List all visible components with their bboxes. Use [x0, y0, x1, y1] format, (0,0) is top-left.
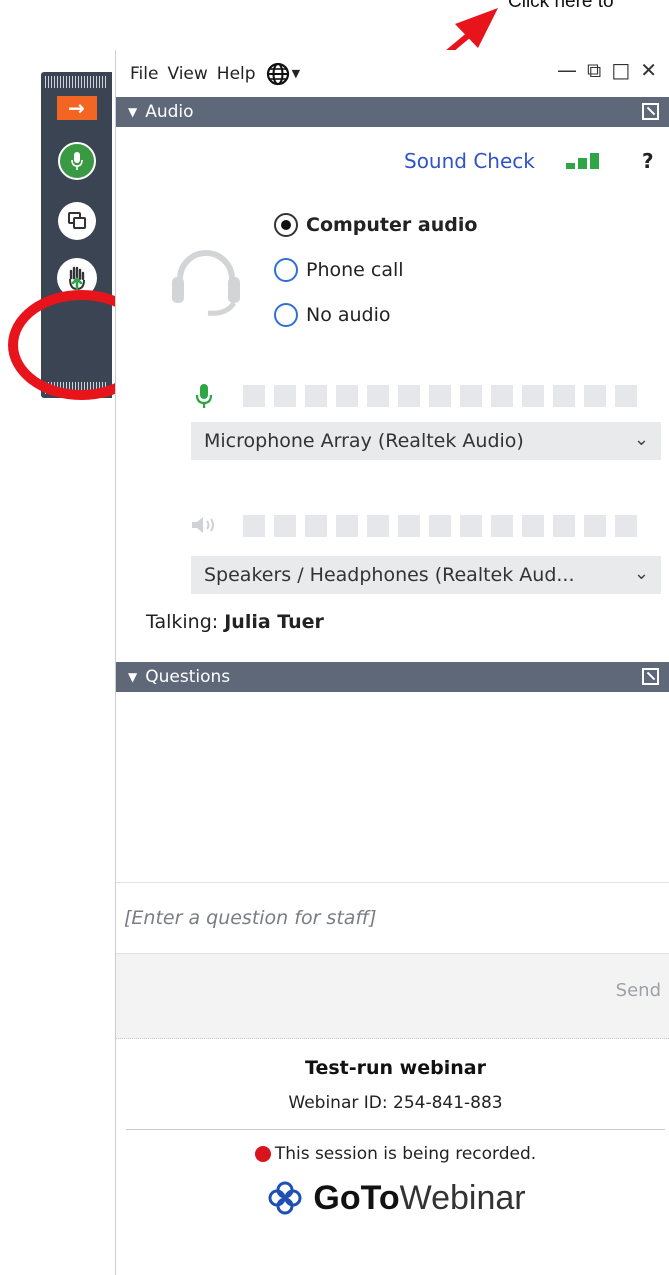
signal-bars-icon — [566, 153, 599, 169]
option-computer-audio-label: Computer audio — [306, 214, 478, 236]
window-controls: — ⧉ □ ✕ — [557, 58, 657, 82]
language-button[interactable]: ▼ — [266, 62, 300, 86]
chevron-down-icon: ⌄ — [633, 429, 649, 450]
microphone-level-meter — [243, 385, 637, 407]
popout-section-icon[interactable] — [642, 103, 659, 120]
speaker-select-value: Speakers / Headphones (Realtek Aud... — [204, 564, 575, 586]
radio-computer-audio[interactable] — [274, 213, 298, 237]
questions-log — [116, 692, 669, 882]
recording-notice: This session is being recorded. — [116, 1144, 669, 1164]
option-no-audio-label: No audio — [306, 304, 391, 326]
audio-section: Sound Check ? Computer audio Phone call … — [116, 127, 669, 662]
send-area: Send — [116, 954, 669, 1039]
talking-indicator: Talking: Julia Tuer — [146, 611, 324, 633]
microphone-select[interactable]: Microphone Array (Realtek Audio) ⌄ — [191, 422, 661, 460]
footer: Test-run webinar Webinar ID: 254-841-883… — [116, 1039, 669, 1218]
option-phone-call[interactable]: Phone call — [274, 258, 404, 282]
globe-icon — [266, 62, 289, 85]
microphone-icon — [70, 152, 83, 170]
recording-text: This session is being recorded. — [274, 1144, 537, 1164]
menu-bar: File View Help ▼ — ⧉ □ ✕ — [116, 50, 669, 97]
popout-section-icon[interactable] — [642, 668, 659, 685]
help-button[interactable]: ? — [642, 149, 654, 173]
option-computer-audio[interactable]: Computer audio — [274, 213, 477, 237]
menu-file[interactable]: File — [130, 64, 158, 84]
grab-tab-grip-top[interactable] — [45, 76, 108, 88]
question-input-placeholder: [Enter a question for staff] — [124, 907, 377, 929]
audio-header-label: Audio — [145, 102, 194, 122]
radio-no-audio[interactable] — [274, 303, 298, 327]
sound-check-link[interactable]: Sound Check — [404, 149, 535, 173]
caret-down-icon: ▼ — [291, 67, 301, 80]
restore-icon[interactable]: ⧉ — [587, 58, 601, 82]
radio-phone-call[interactable] — [274, 258, 298, 282]
collapse-triangle-icon: ▼ — [128, 105, 138, 119]
collapse-arrow-button[interactable]: → — [56, 96, 97, 120]
question-input[interactable]: [Enter a question for staff] — [116, 882, 669, 954]
questions-section-header[interactable]: ▼ Questions — [116, 662, 669, 692]
webinar-title: Test-run webinar — [305, 1057, 486, 1079]
raise-hand-icon — [68, 266, 85, 291]
close-icon[interactable]: ✕ — [640, 58, 657, 82]
microphone-select-value: Microphone Array (Realtek Audio) — [204, 430, 524, 452]
screen-toggle-button[interactable] — [57, 202, 96, 240]
brand-webinar: Webinar — [399, 1178, 526, 1217]
footer-divider — [126, 1129, 665, 1130]
speaker-level-meter — [243, 515, 637, 537]
questions-header-label: Questions — [145, 667, 231, 687]
mic-toggle-button[interactable] — [57, 142, 96, 180]
chevron-down-icon: ⌄ — [633, 563, 649, 584]
audio-section-header[interactable]: ▼ Audio — [116, 97, 669, 127]
webinar-id: Webinar ID: 254-841-883 — [288, 1093, 503, 1113]
talking-name: Julia Tuer — [224, 611, 324, 633]
brand-goto: GoTo — [313, 1178, 400, 1217]
microphone-level-icon — [195, 384, 213, 408]
flower-logo-icon — [268, 1181, 302, 1215]
control-panel: File View Help ▼ — ⧉ □ ✕ ▼ Audio Sound C… — [115, 50, 669, 1275]
talking-label: Talking: — [146, 611, 219, 633]
screen-share-icon — [67, 212, 86, 229]
popout-icon[interactable]: □ — [611, 58, 630, 82]
send-button[interactable]: Send — [616, 980, 661, 1001]
speaker-select[interactable]: Speakers / Headphones (Realtek Aud... ⌄ — [191, 556, 661, 594]
recording-dot-icon — [254, 1146, 271, 1162]
minimize-icon[interactable]: — — [557, 58, 577, 82]
collapse-triangle-icon: ▼ — [128, 670, 138, 684]
annotation-text: Click here to — [508, 0, 614, 12]
menu-view[interactable]: View — [167, 64, 207, 84]
speaker-icon — [192, 517, 214, 533]
headset-icon — [172, 250, 240, 316]
brand-logo: GoTo Webinar — [116, 1178, 669, 1218]
option-phone-call-label: Phone call — [306, 259, 404, 281]
option-no-audio[interactable]: No audio — [274, 303, 391, 327]
menu-help[interactable]: Help — [217, 64, 256, 84]
arrow-right-icon: → — [68, 96, 85, 120]
